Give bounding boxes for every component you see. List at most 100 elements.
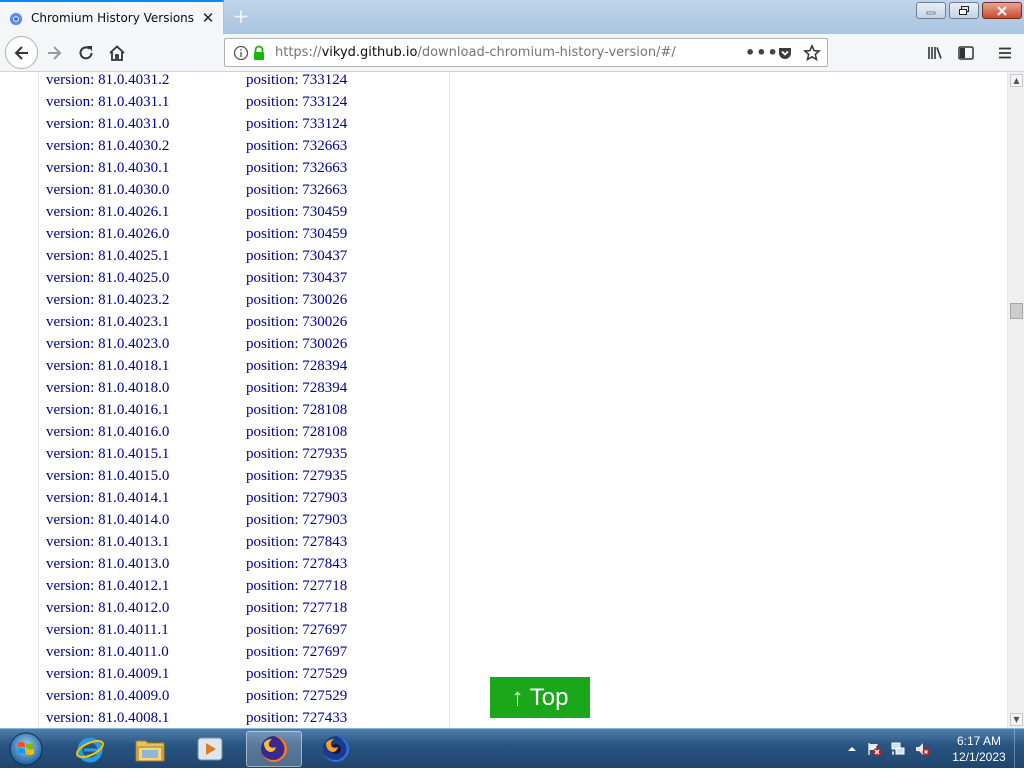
version-link[interactable]: version: 81.0.4014.0: [46, 509, 169, 531]
scroll-up-arrow-icon[interactable]: ▲: [1010, 74, 1023, 87]
browser-tab[interactable]: Chromium History Versions Do ✕: [0, 0, 224, 35]
action-center-icon[interactable]: [866, 741, 882, 757]
position-link[interactable]: position: 727718: [246, 575, 347, 597]
position-link[interactable]: position: 727843: [246, 553, 347, 575]
position-link[interactable]: position: 730026: [246, 289, 347, 311]
taskbar-firefox[interactable]: [246, 731, 302, 767]
show-desktop-button[interactable]: [1014, 729, 1024, 769]
url-bar[interactable]: https://vikyd.github.io/download-chromiu…: [224, 38, 828, 67]
position-link[interactable]: position: 728108: [246, 421, 347, 443]
position-link[interactable]: position: 730026: [246, 311, 347, 333]
version-link[interactable]: version: 81.0.4016.1: [46, 399, 169, 421]
version-link[interactable]: version: 81.0.4009.0: [46, 685, 169, 707]
version-link[interactable]: version: 81.0.4011.0: [46, 641, 169, 663]
version-link[interactable]: version: 81.0.4025.1: [46, 245, 169, 267]
restore-button[interactable]: [949, 2, 979, 19]
sidebar-button[interactable]: [951, 38, 981, 68]
position-link[interactable]: position: 730026: [246, 333, 347, 355]
taskbar-clock[interactable]: 6:17 AM 12/1/2023: [944, 733, 1014, 765]
vertical-scrollbar[interactable]: ▲ ▼: [1007, 72, 1024, 728]
position-link[interactable]: position: 727529: [246, 663, 347, 685]
position-link[interactable]: position: 730459: [246, 223, 347, 245]
position-link[interactable]: position: 733124: [246, 113, 347, 135]
position-link[interactable]: position: 727935: [246, 443, 347, 465]
scrollbar-thumb[interactable]: [1010, 303, 1023, 319]
position-link[interactable]: position: 727903: [246, 509, 347, 531]
lock-icon[interactable]: [251, 45, 267, 61]
position-link[interactable]: position: 727843: [246, 531, 347, 553]
back-to-top-button[interactable]: ↑ Top: [490, 677, 590, 718]
position-link[interactable]: position: 727935: [246, 465, 347, 487]
volume-muted-icon[interactable]: [914, 741, 930, 757]
version-link[interactable]: version: 81.0.4013.1: [46, 531, 169, 553]
version-link[interactable]: version: 81.0.4018.0: [46, 377, 169, 399]
version-link[interactable]: version: 81.0.4023.1: [46, 311, 169, 333]
forward-button[interactable]: [39, 38, 69, 68]
library-button[interactable]: [920, 38, 950, 68]
version-link[interactable]: version: 81.0.4023.0: [46, 333, 169, 355]
info-icon[interactable]: [233, 45, 249, 61]
star-bookmark-icon[interactable]: [803, 44, 821, 62]
scroll-down-arrow-icon[interactable]: ▼: [1010, 713, 1023, 726]
position-link[interactable]: position: 728394: [246, 377, 347, 399]
position-link[interactable]: position: 728394: [246, 355, 347, 377]
position-link[interactable]: position: 727903: [246, 487, 347, 509]
new-tab-button[interactable]: +: [230, 4, 252, 28]
position-link[interactable]: position: 727529: [246, 685, 347, 707]
position-link[interactable]: position: 730437: [246, 267, 347, 289]
position-link[interactable]: position: 733124: [246, 91, 347, 113]
reload-button[interactable]: [71, 38, 101, 68]
home-button[interactable]: [102, 38, 132, 68]
url-text[interactable]: https://vikyd.github.io/download-chromiu…: [275, 45, 676, 60]
version-link[interactable]: version: 81.0.4012.0: [46, 597, 169, 619]
close-window-button[interactable]: [982, 2, 1022, 19]
version-link[interactable]: version: 81.0.4031.0: [46, 113, 169, 135]
version-link[interactable]: version: 81.0.4025.0: [46, 267, 169, 289]
position-link[interactable]: position: 727697: [246, 619, 347, 641]
version-link[interactable]: version: 81.0.4014.1: [46, 487, 169, 509]
version-link[interactable]: version: 81.0.4015.0: [46, 465, 169, 487]
open-menu-button[interactable]: [990, 38, 1020, 68]
pocket-icon[interactable]: [777, 45, 793, 61]
position-link[interactable]: position: 728108: [246, 399, 347, 421]
tray-arrow-icon[interactable]: [844, 741, 860, 757]
version-link[interactable]: version: 81.0.4009.1: [46, 663, 169, 685]
version-link[interactable]: version: 81.0.4012.1: [46, 575, 169, 597]
version-link[interactable]: version: 81.0.4030.1: [46, 157, 169, 179]
position-link[interactable]: position: 727433: [246, 707, 347, 728]
taskbar-media-player[interactable]: [182, 731, 238, 767]
taskbar-file-explorer[interactable]: [122, 731, 178, 767]
position-link[interactable]: position: 730459: [246, 201, 347, 223]
position-link[interactable]: position: 727718: [246, 597, 347, 619]
back-button[interactable]: [5, 36, 38, 69]
position-link[interactable]: position: 730437: [246, 245, 347, 267]
version-link[interactable]: version: 81.0.4015.1: [46, 443, 169, 465]
version-link[interactable]: version: 81.0.4026.1: [46, 201, 169, 223]
network-icon[interactable]: [890, 741, 906, 757]
version-link[interactable]: version: 81.0.4013.0: [46, 553, 169, 575]
position-link[interactable]: position: 732663: [246, 135, 347, 157]
version-link[interactable]: version: 81.0.4018.1: [46, 355, 169, 377]
version-link[interactable]: version: 81.0.4026.0: [46, 223, 169, 245]
version-list: version: 81.0.4031.2 position: 733124 vers…: [46, 72, 446, 728]
version-link[interactable]: version: 81.0.4031.2: [46, 72, 169, 91]
position-link[interactable]: position: 732663: [246, 157, 347, 179]
taskbar-firefox-nightly[interactable]: [308, 731, 364, 767]
version-link[interactable]: version: 81.0.4011.1: [46, 619, 169, 641]
version-link[interactable]: version: 81.0.4030.0: [46, 179, 169, 201]
version-link[interactable]: version: 81.0.4023.2: [46, 289, 169, 311]
page-actions-menu-icon[interactable]: •••: [745, 43, 778, 63]
position-link[interactable]: position: 732663: [246, 179, 347, 201]
tab-close-icon[interactable]: ✕: [200, 10, 216, 26]
position-link[interactable]: position: 733124: [246, 72, 347, 91]
version-link[interactable]: version: 81.0.4031.1: [46, 91, 169, 113]
version-row: version: 81.0.4009.0 position: 727529: [46, 685, 446, 707]
version-row: version: 81.0.4014.1 position: 727903: [46, 487, 446, 509]
taskbar-internet-explorer[interactable]: [62, 731, 118, 767]
version-link[interactable]: version: 81.0.4008.1: [46, 707, 169, 728]
version-link[interactable]: version: 81.0.4016.0: [46, 421, 169, 443]
minimize-button[interactable]: [916, 2, 946, 19]
start-button[interactable]: [4, 730, 48, 768]
position-link[interactable]: position: 727697: [246, 641, 347, 663]
version-link[interactable]: version: 81.0.4030.2: [46, 135, 169, 157]
